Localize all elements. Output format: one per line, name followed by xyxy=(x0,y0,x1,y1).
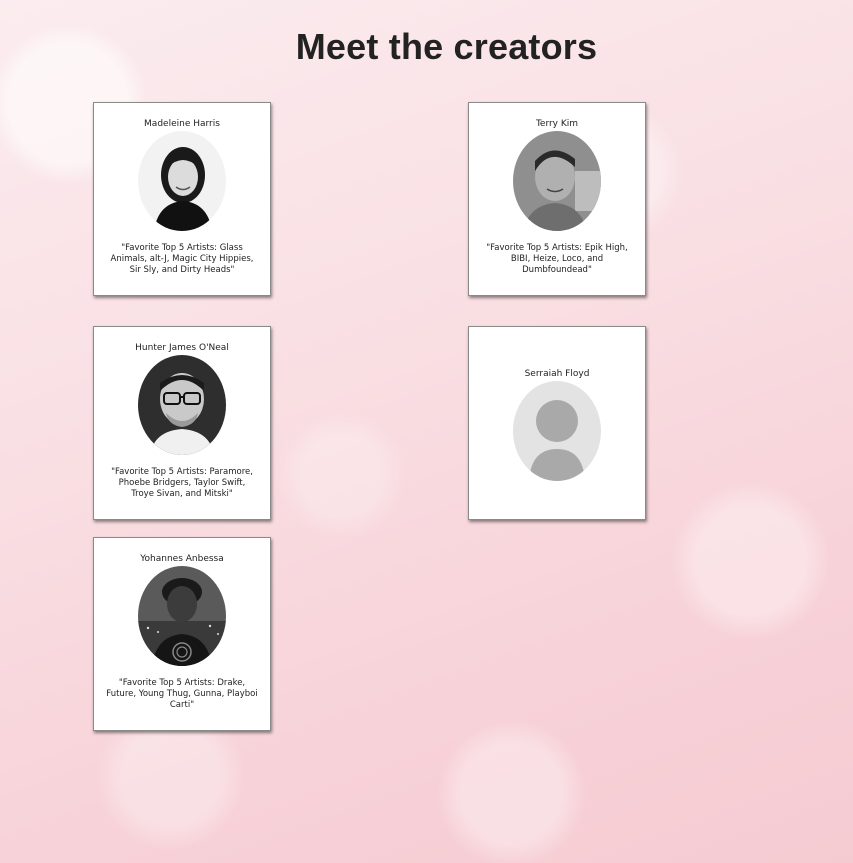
page-title: Meet the creators xyxy=(295,26,598,67)
creator-photo xyxy=(138,131,226,231)
creator-card-serraiah-floyd: Serraiah Floyd xyxy=(468,326,646,520)
creator-photo xyxy=(138,566,226,666)
creator-card-terry-kim: Terry Kim "Favorite Top 5 Artists: Epik … xyxy=(468,102,646,296)
creator-quote: "Favorite Top 5 Artists: Paramore, Phoeb… xyxy=(111,467,253,499)
creator-name: Madeleine Harris xyxy=(144,119,220,129)
creator-name: Terry Kim xyxy=(535,119,579,129)
creator-name: Yohannes Anbessa xyxy=(140,554,224,564)
creator-photo xyxy=(138,355,226,455)
creator-quote: "Favorite Top 5 Artists: Epik High, BIBI… xyxy=(486,243,628,275)
creator-card-yohannes-anbessa: Yohannes Anbessa "Favorite Top 5 Artists… xyxy=(93,537,271,731)
creator-photo xyxy=(513,131,601,231)
creator-quote: "Favorite Top 5 Artists: Glass Animals, … xyxy=(110,243,254,275)
creator-card-madeleine-harris: Madeleine Harris "Favorite Top 5 Artists… xyxy=(93,102,271,296)
creator-card-hunter-james-oneal: Hunter James O'Neal "Favorite Top 5 Arti… xyxy=(93,326,271,520)
creator-quote: "Favorite Top 5 Artists: Drake, Future, … xyxy=(106,678,258,710)
creator-name: Serraiah Floyd xyxy=(524,369,590,379)
default-avatar-icon xyxy=(513,381,601,481)
creator-name: Hunter James O'Neal xyxy=(135,343,229,353)
